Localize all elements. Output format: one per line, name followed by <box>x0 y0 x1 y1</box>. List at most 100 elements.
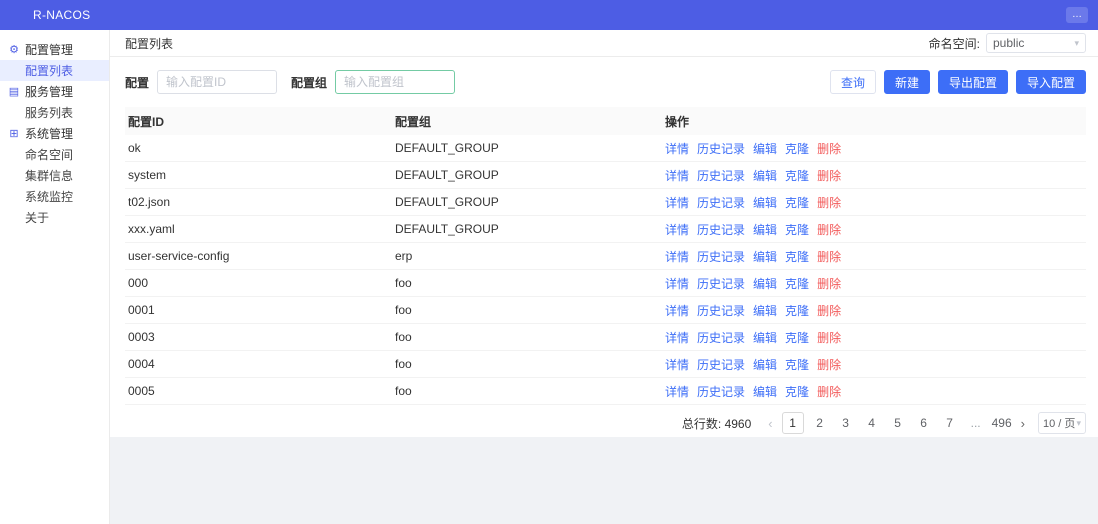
sidebar-item-system-management[interactable]: ⊞ 系统管理 <box>0 123 109 144</box>
detail-link[interactable]: 详情 <box>665 167 689 184</box>
sidebar-item-service-list[interactable]: 服务列表 <box>0 102 109 123</box>
sidebar-item-service-management[interactable]: ▤ 服务管理 <box>0 81 109 102</box>
edit-link[interactable]: 编辑 <box>753 167 777 184</box>
history-link[interactable]: 历史记录 <box>697 194 745 211</box>
clone-link[interactable]: 克隆 <box>785 329 809 346</box>
table-row: 0001 foo 详情 历史记录 编辑 克隆 删除 <box>125 297 1086 324</box>
sidebar-item-label: 服务列表 <box>25 106 74 120</box>
page-size-value: 10 / 页 <box>1043 418 1076 430</box>
delete-link[interactable]: 删除 <box>817 356 841 373</box>
delete-link[interactable]: 删除 <box>817 275 841 292</box>
history-link[interactable]: 历史记录 <box>697 329 745 346</box>
export-config-button[interactable]: 导出配置 <box>937 70 1008 94</box>
app-root: R-NACOS … ⚙ 配置管理 配置列表 ▤ 服务管理 服务列表 ⊞ 系统管理… <box>0 0 1098 524</box>
namespace-area: 命名空间: public ▾ <box>929 33 1086 53</box>
page-button-5[interactable]: 5 <box>888 416 908 430</box>
config-id-cell: 0005 <box>128 384 155 398</box>
sidebar-item-label: 配置列表 <box>25 64 74 78</box>
detail-link[interactable]: 详情 <box>665 275 689 292</box>
page-button-1[interactable]: 1 <box>781 412 804 434</box>
header-config-id: 配置ID <box>128 114 165 129</box>
config-id-cell: ok <box>128 141 141 155</box>
gear-icon: ⚙ <box>9 44 19 56</box>
edit-link[interactable]: 编辑 <box>753 194 777 211</box>
page-button-6[interactable]: 6 <box>914 416 934 430</box>
next-page-button[interactable]: › <box>1018 416 1028 431</box>
document-icon: ▤ <box>8 86 20 98</box>
delete-link[interactable]: 删除 <box>817 194 841 211</box>
delete-link[interactable]: 删除 <box>817 383 841 400</box>
clone-link[interactable]: 克隆 <box>785 356 809 373</box>
delete-link[interactable]: 删除 <box>817 329 841 346</box>
edit-link[interactable]: 编辑 <box>753 140 777 157</box>
detail-link[interactable]: 详情 <box>665 356 689 373</box>
namespace-select[interactable]: public ▾ <box>986 33 1086 53</box>
history-link[interactable]: 历史记录 <box>697 302 745 319</box>
edit-link[interactable]: 编辑 <box>753 383 777 400</box>
edit-link[interactable]: 编辑 <box>753 302 777 319</box>
import-config-button[interactable]: 导入配置 <box>1015 70 1086 94</box>
prev-page-button[interactable]: ‹ <box>765 416 775 431</box>
delete-link[interactable]: 删除 <box>817 248 841 265</box>
edit-link[interactable]: 编辑 <box>753 275 777 292</box>
history-link[interactable]: 历史记录 <box>697 383 745 400</box>
clone-link[interactable]: 克隆 <box>785 221 809 238</box>
page-button-7[interactable]: 7 <box>940 416 960 430</box>
detail-link[interactable]: 详情 <box>665 248 689 265</box>
config-id-cell: 0004 <box>128 357 155 371</box>
page-button-3[interactable]: 3 <box>836 416 856 430</box>
clone-link[interactable]: 克隆 <box>785 302 809 319</box>
config-group-cell: foo <box>395 303 412 317</box>
detail-link[interactable]: 详情 <box>665 383 689 400</box>
history-link[interactable]: 历史记录 <box>697 356 745 373</box>
detail-link[interactable]: 详情 <box>665 194 689 211</box>
clone-link[interactable]: 克隆 <box>785 167 809 184</box>
edit-link[interactable]: 编辑 <box>753 221 777 238</box>
create-button[interactable]: 新建 <box>883 70 930 94</box>
detail-link[interactable]: 详情 <box>665 221 689 238</box>
history-link[interactable]: 历史记录 <box>697 248 745 265</box>
detail-link[interactable]: 详情 <box>665 140 689 157</box>
detail-link[interactable]: 详情 <box>665 329 689 346</box>
page-numbers: 1 2 3 4 5 6 7... 496 <box>781 412 1012 434</box>
sidebar-item-label: 系统监控 <box>25 190 74 204</box>
delete-link[interactable]: 删除 <box>817 167 841 184</box>
sidebar-item-config-list[interactable]: 配置列表 <box>0 60 109 81</box>
history-link[interactable]: 历史记录 <box>697 167 745 184</box>
edit-link[interactable]: 编辑 <box>753 329 777 346</box>
query-form: 配置 配置组 查询 新建 导出配置 导入配置 <box>110 57 1098 107</box>
table-row: 0004 foo 详情 历史记录 编辑 克隆 删除 <box>125 351 1086 378</box>
config-id-label: 配置 <box>125 75 150 90</box>
detail-link[interactable]: 详情 <box>665 302 689 319</box>
clone-link[interactable]: 克隆 <box>785 275 809 292</box>
config-group-input[interactable] <box>335 70 456 94</box>
query-button[interactable]: 查询 <box>829 70 876 94</box>
config-id-cell: t02.json <box>128 195 171 209</box>
sidebar-item-system-monitor[interactable]: 系统监控 <box>0 186 109 207</box>
edit-link[interactable]: 编辑 <box>753 248 777 265</box>
page-button-496[interactable]: 496 <box>992 416 1012 430</box>
clone-link[interactable]: 克隆 <box>785 383 809 400</box>
table-body: ok DEFAULT_GROUP 详情 历史记录 编辑 克隆 删除 system DEF… <box>125 135 1086 405</box>
page-size-select[interactable]: 10 / 页 ▾ <box>1038 412 1086 434</box>
sidebar-item-about[interactable]: 关于 <box>0 207 109 228</box>
delete-link[interactable]: 删除 <box>817 221 841 238</box>
page-button-4[interactable]: 4 <box>862 416 882 430</box>
history-link[interactable]: 历史记录 <box>697 275 745 292</box>
history-link[interactable]: 历史记录 <box>697 221 745 238</box>
sidebar-item-cluster-info[interactable]: 集群信息 <box>0 165 109 186</box>
delete-link[interactable]: 删除 <box>817 302 841 319</box>
config-id-input[interactable] <box>157 70 278 94</box>
clone-link[interactable]: 克隆 <box>785 248 809 265</box>
sidebar-item-namespace[interactable]: 命名空间 <box>0 144 109 165</box>
page-button-2[interactable]: 2 <box>810 416 830 430</box>
page-ellipsis: ... <box>970 416 981 430</box>
more-button[interactable]: … <box>1066 7 1088 23</box>
clone-link[interactable]: 克隆 <box>785 140 809 157</box>
delete-link[interactable]: 删除 <box>817 140 841 157</box>
table-row: user-service-config erp 详情 历史记录 编辑 克隆 删除 <box>125 243 1086 270</box>
clone-link[interactable]: 克隆 <box>785 194 809 211</box>
sidebar-item-config-management[interactable]: ⚙ 配置管理 <box>0 39 109 60</box>
history-link[interactable]: 历史记录 <box>697 140 745 157</box>
edit-link[interactable]: 编辑 <box>753 356 777 373</box>
